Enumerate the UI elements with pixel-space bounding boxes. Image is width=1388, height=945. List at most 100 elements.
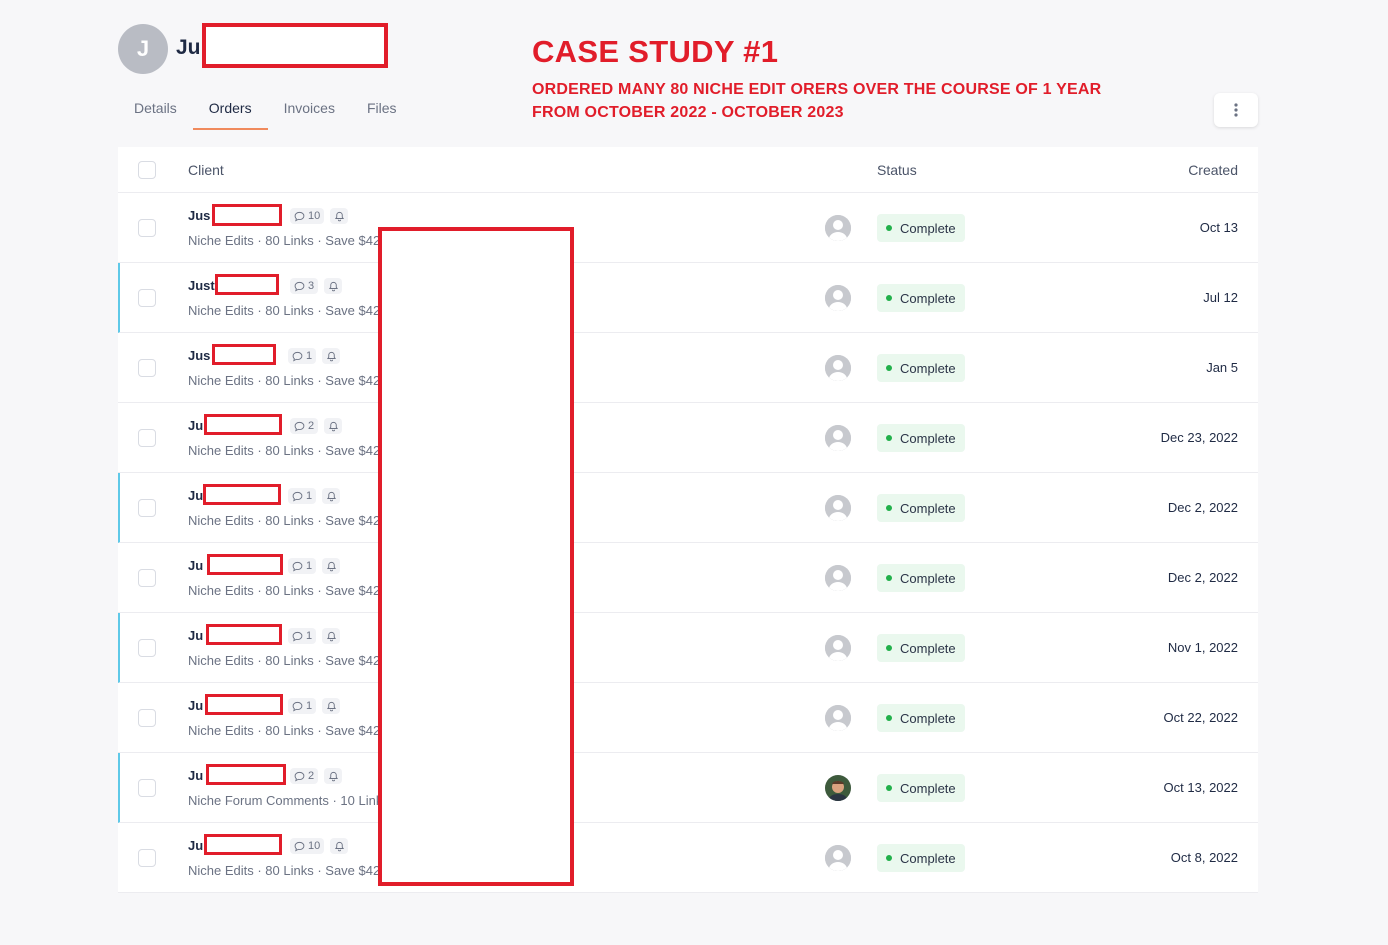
created-date: Oct 8, 2022 (1170, 850, 1238, 865)
notification-bell[interactable] (322, 698, 341, 714)
comment-count-chip[interactable]: 2 (290, 418, 319, 434)
created-date: Jan 5 (1206, 360, 1238, 375)
select-all-checkbox[interactable] (138, 160, 156, 179)
order-client-name[interactable]: Ju (188, 628, 203, 643)
table-row[interactable]: Ju 1 Niche Edits · 80 Links · Save $421 Com… (118, 473, 1258, 543)
comment-count-chip[interactable]: 1 (288, 558, 317, 574)
status-label: Complete (900, 220, 956, 236)
created-date: Jul 12 (1203, 290, 1238, 305)
user-placeholder-icon (825, 215, 851, 241)
table-row[interactable]: Ju 2 Niche Forum Comments · 10 Links Comple… (118, 753, 1258, 823)
order-client-name[interactable]: Ju (188, 838, 203, 853)
row-checkbox[interactable] (138, 569, 156, 587)
assignee-avatar (825, 215, 851, 241)
notification-bell[interactable] (324, 418, 343, 434)
comment-count: 1 (306, 630, 313, 642)
comment-count-chip[interactable]: 10 (290, 208, 325, 224)
comment-count-chip[interactable]: 1 (288, 628, 317, 644)
table-row[interactable]: Jus 10 Niche Edits · 80 Links · Save $421 C… (118, 193, 1258, 263)
order-client-name[interactable]: Jus (188, 208, 210, 223)
order-client-name[interactable]: Ju (188, 768, 203, 783)
user-placeholder-icon (825, 635, 851, 661)
row-checkbox[interactable] (138, 499, 156, 517)
notification-bell[interactable] (322, 558, 341, 574)
notification-bell[interactable] (324, 278, 343, 294)
order-description: Niche Edits · 80 Links · Save $421 (188, 863, 388, 878)
comment-icon (294, 281, 305, 292)
case-study-subtitle: ORDERED MANY 80 NICHE EDIT ORERS OVER TH… (532, 78, 1101, 124)
comment-icon (292, 351, 303, 362)
comment-count-chip[interactable]: 10 (290, 838, 325, 854)
bell-icon (334, 841, 344, 851)
redaction-box-row-name (212, 344, 276, 365)
order-description: Niche Edits · 80 Links · Save $421 (188, 583, 388, 598)
row-checkbox[interactable] (138, 709, 156, 727)
assignee-avatar (825, 285, 851, 311)
order-meta: 10 (290, 208, 349, 224)
redaction-box-row-name (207, 554, 283, 575)
order-client-name[interactable]: Ju (188, 558, 203, 573)
notification-bell[interactable] (330, 838, 349, 854)
comment-count-chip[interactable]: 2 (290, 768, 319, 784)
bell-icon (326, 561, 336, 571)
order-client-name[interactable]: Ju (188, 488, 203, 503)
assignee-avatar (825, 425, 851, 451)
row-checkbox[interactable] (138, 359, 156, 377)
tab-orders[interactable]: Orders (192, 92, 268, 130)
row-checkbox[interactable] (138, 849, 156, 867)
comment-count-chip[interactable]: 1 (288, 488, 317, 504)
comment-count-chip[interactable]: 3 (290, 278, 319, 294)
order-client-name[interactable]: Jus (188, 348, 210, 363)
user-placeholder-icon (825, 495, 851, 521)
more-options-button[interactable] (1214, 93, 1258, 127)
table-row[interactable]: Just 3 Niche Edits · 80 Links · Save $421 C… (118, 263, 1258, 333)
tab-invoices[interactable]: Invoices (268, 92, 351, 129)
order-meta: 1 (288, 628, 341, 644)
table-row[interactable]: Ju 1 Niche Edits · 80 Links · Save $421 Com… (118, 613, 1258, 683)
notification-bell[interactable] (324, 768, 343, 784)
comment-count-chip[interactable]: 1 (288, 348, 317, 364)
table-row[interactable]: Ju 1 Niche Edits · 80 Links · Save $421 Com… (118, 683, 1258, 753)
case-study-line-2: FROM OCTOBER 2022 - OCTOBER 2023 (532, 104, 844, 121)
table-row[interactable]: Ju 1 Niche Edits · 80 Links · Save $421 Com… (118, 543, 1258, 613)
row-checkbox[interactable] (138, 639, 156, 657)
column-header-created[interactable]: Created (1188, 162, 1238, 178)
notification-bell[interactable] (330, 208, 349, 224)
assignee-avatar (825, 565, 851, 591)
comment-count: 1 (306, 700, 313, 712)
assignee-avatar (825, 705, 851, 731)
user-placeholder-icon (825, 845, 851, 871)
order-meta: 1 (288, 488, 341, 504)
notification-bell[interactable] (322, 488, 341, 504)
comment-count: 2 (308, 770, 315, 782)
row-checkbox[interactable] (138, 289, 156, 307)
assignee-avatar (825, 845, 851, 871)
status-dot (886, 575, 892, 581)
status-dot (886, 645, 892, 651)
order-client-name[interactable]: Just (188, 278, 215, 293)
tab-details[interactable]: Details (118, 92, 193, 129)
order-client-name[interactable]: Ju (188, 418, 203, 433)
tab-files[interactable]: Files (351, 92, 413, 129)
table-row[interactable]: Ju 2 Niche Edits · 80 Links · Save $421 Com… (118, 403, 1258, 473)
bell-icon (326, 701, 336, 711)
status-badge: Complete (877, 844, 965, 872)
table-row[interactable]: Ju 10 Niche Edits · 80 Links · Save $421 Co… (118, 823, 1258, 893)
row-checkbox[interactable] (138, 219, 156, 237)
bell-icon (328, 421, 338, 431)
row-checkbox[interactable] (138, 429, 156, 447)
table-row[interactable]: Jus 1 Niche Edits · 80 Links · Save $421 Co… (118, 333, 1258, 403)
order-client-name[interactable]: Ju (188, 698, 203, 713)
notification-bell[interactable] (322, 348, 341, 364)
orders-table: Client Status Created Jus 10 Niche Edits ·… (118, 147, 1258, 893)
row-checkbox[interactable] (138, 779, 156, 797)
comment-count-chip[interactable]: 1 (288, 698, 317, 714)
notification-bell[interactable] (322, 628, 341, 644)
comment-icon (292, 701, 303, 712)
comment-count: 10 (308, 840, 321, 852)
status-badge: Complete (877, 634, 965, 662)
status-badge: Complete (877, 354, 965, 382)
column-header-client[interactable]: Client (188, 162, 224, 178)
redaction-box-row-name (206, 624, 282, 645)
column-header-status[interactable]: Status (877, 162, 917, 178)
